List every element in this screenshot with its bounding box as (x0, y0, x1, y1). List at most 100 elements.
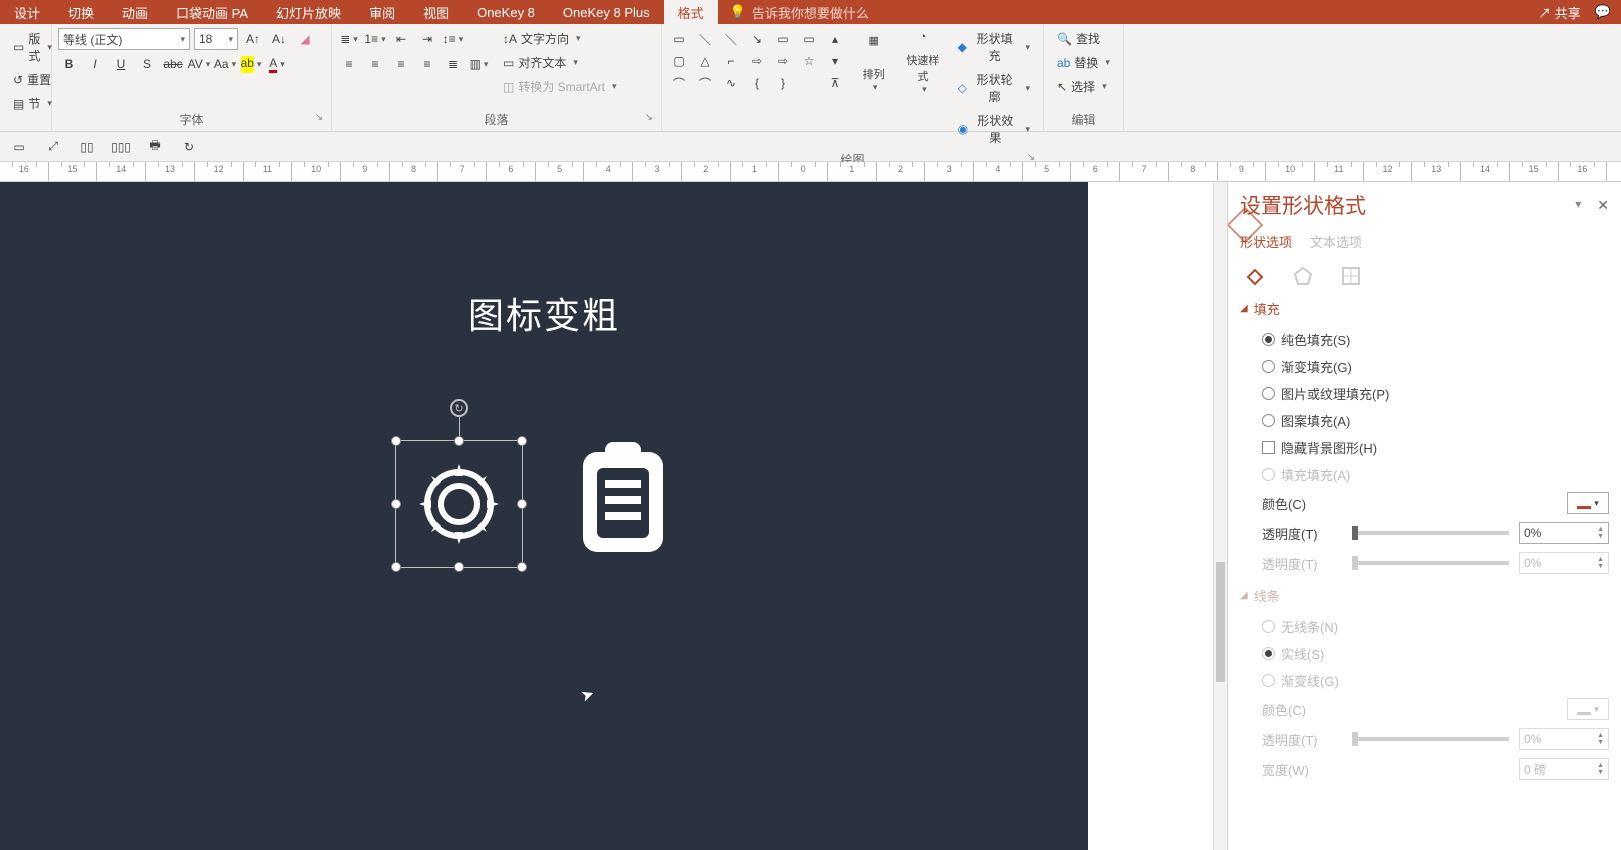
shape-selection[interactable]: ↻ (395, 440, 523, 568)
section-line-header[interactable]: ◢ 线条 (1240, 586, 1609, 605)
shape-brace-l[interactable]: { (746, 72, 768, 94)
shape-corner[interactable]: ⌐ (720, 50, 742, 72)
align-center-button[interactable]: ≡ (364, 53, 386, 75)
resize-handle-ne[interactable] (517, 436, 527, 446)
category-fill-icon[interactable] (1242, 263, 1268, 289)
pane-close-button[interactable]: ✕ (1597, 197, 1609, 214)
char-spacing-button[interactable]: AV (188, 53, 210, 75)
shapes-gallery[interactable]: ▭ ＼ ＼ ↘ ▭ ▭ ▴ ▢ △ ⌐ ⇨ ⇨ ☆ ▾ (668, 28, 846, 94)
columns-button[interactable]: ▥ (468, 53, 490, 75)
convert-smartart-button[interactable]: ◫转换为 SmartArt (496, 76, 624, 97)
justify-button[interactable]: ≡ (416, 53, 438, 75)
category-effects-icon[interactable] (1290, 263, 1316, 289)
scrollbar-thumb[interactable] (1216, 562, 1225, 682)
tab-design[interactable]: 设计 (0, 0, 54, 24)
resize-handle-s[interactable] (454, 562, 464, 572)
subtab-text-options[interactable]: 文本选项 (1310, 232, 1362, 251)
subtab-shape-options[interactable]: 形状选项 (1240, 232, 1292, 251)
line-gradient-option[interactable]: 渐变线(G) (1240, 667, 1609, 694)
clear-formatting-button[interactable]: ◢ (294, 28, 316, 50)
distributed-button[interactable]: ≣ (442, 53, 464, 75)
line-spacing-button[interactable]: ↕≡ (442, 28, 464, 50)
increase-indent-button[interactable]: ⇥ (416, 28, 438, 50)
tell-me[interactable]: 💡 告诉我你想要做什么 (718, 3, 881, 22)
tab-format[interactable]: 格式 (664, 0, 718, 24)
paragraph-launcher[interactable]: ↘ (645, 112, 653, 123)
tab-onekey8plus[interactable]: OneKey 8 Plus (549, 0, 664, 24)
section-button[interactable]: ▤节 (6, 93, 59, 114)
rotate-handle[interactable]: ↻ (450, 399, 468, 417)
align-text-button[interactable]: ▭对齐文本 (496, 52, 624, 73)
hide-bg-option[interactable]: 隐藏背景图形(H) (1240, 434, 1609, 461)
qat-btn-4[interactable]: ▯▯▯ (110, 136, 132, 158)
transparency-input[interactable]: 0% ▲▼ (1519, 522, 1609, 544)
shadow-button[interactable]: S (136, 53, 158, 75)
shape-rect3[interactable]: ▭ (798, 28, 820, 50)
comments-icon[interactable]: 💬 (1595, 4, 1611, 20)
tab-slideshow[interactable]: 幻灯片放映 (262, 0, 355, 24)
tab-onekey8[interactable]: OneKey 8 (463, 0, 549, 24)
font-color-button[interactable]: A (266, 53, 288, 75)
fill-gradient-option[interactable]: 渐变填充(G) (1240, 353, 1609, 380)
shape-arrow-line[interactable]: ↘ (746, 28, 768, 50)
fill-pattern-option[interactable]: 图案填充(A) (1240, 407, 1609, 434)
decrease-indent-button[interactable]: ⇤ (390, 28, 412, 50)
line-solid-option[interactable]: 实线(S) (1240, 640, 1609, 667)
shape-line[interactable]: ＼ (694, 28, 716, 50)
gallery-up[interactable]: ▴ (824, 28, 846, 50)
spinner-icon[interactable]: ▲▼ (1597, 526, 1604, 540)
shape-brace-r[interactable]: } (772, 72, 794, 94)
shape-outline-button[interactable]: ◇形状轮廓 (951, 69, 1037, 107)
shape-rect[interactable]: ▭ (668, 28, 690, 50)
tab-view[interactable]: 视图 (409, 0, 463, 24)
resize-handle-sw[interactable] (391, 562, 401, 572)
italic-button[interactable]: I (84, 53, 106, 75)
shape-arc[interactable]: ⌒ (668, 72, 690, 94)
shape-arrow2[interactable]: ⇨ (772, 50, 794, 72)
shape-rect2[interactable]: ▭ (772, 28, 794, 50)
increase-font-button[interactable]: A↑ (242, 28, 264, 50)
numbering-button[interactable]: 1≡ (364, 28, 386, 50)
bold-button[interactable]: B (58, 53, 80, 75)
vertical-scrollbar[interactable] (1213, 182, 1227, 850)
qat-btn-2[interactable]: ⤢ (42, 136, 64, 158)
pane-menu-caret[interactable]: ▾ (1575, 197, 1581, 214)
shape-fill-button[interactable]: ◆形状填充 (951, 28, 1037, 66)
shape-blank[interactable] (798, 72, 820, 94)
shape-arc2[interactable]: ⌒ (694, 72, 716, 94)
qat-btn-6[interactable]: ↻ (178, 136, 200, 158)
highlight-button[interactable]: ab (240, 53, 262, 75)
slide-canvas[interactable]: 图标变粗 ↻ (0, 182, 1227, 850)
shape-line2[interactable]: ＼ (720, 28, 742, 50)
section-fill-header[interactable]: ◢ 填充 (1240, 299, 1609, 318)
shape-arrow[interactable]: ⇨ (746, 50, 768, 72)
gallery-down[interactable]: ▾ (824, 50, 846, 72)
shape-curve[interactable]: ∿ (720, 72, 742, 94)
resize-handle-e[interactable] (517, 499, 527, 509)
fill-picture-option[interactable]: 图片或纹理填充(P) (1240, 380, 1609, 407)
select-button[interactable]: ↖选择 (1050, 76, 1117, 97)
qat-btn-3[interactable]: ▯▯ (76, 136, 98, 158)
resize-handle-se[interactable] (517, 562, 527, 572)
resize-handle-n[interactable] (454, 436, 464, 446)
shape-star[interactable]: ☆ (798, 50, 820, 72)
strikethrough-button[interactable]: abc (162, 53, 184, 75)
layout-button[interactable]: ▭版式 (6, 28, 59, 66)
resize-handle-nw[interactable] (391, 436, 401, 446)
line-none-option[interactable]: 无线条(N) (1240, 613, 1609, 640)
arrange-button[interactable]: ▦ 排列 (852, 28, 895, 98)
share-button[interactable]: ↗ 共享 (1538, 3, 1581, 22)
shape-roundrect[interactable]: ▢ (668, 50, 690, 72)
quick-styles-button[interactable]: ◔ 快速样式 (901, 28, 944, 98)
qat-btn-5[interactable]: 🖶 (144, 136, 166, 158)
tab-animations[interactable]: 动画 (108, 0, 162, 24)
tab-pa[interactable]: 口袋动画 PA (162, 0, 262, 24)
font-launcher[interactable]: ↘ (315, 112, 323, 123)
font-name-combo[interactable]: 等线 (正文)▾ (58, 28, 190, 50)
qat-btn-1[interactable]: ▭ (8, 136, 30, 158)
change-case-button[interactable]: Aa (214, 53, 236, 75)
clipboard-icon[interactable] (575, 440, 671, 560)
gallery-more[interactable]: ⊼ (824, 72, 846, 94)
replace-button[interactable]: ab替换 (1050, 52, 1117, 73)
align-right-button[interactable]: ≡ (390, 53, 412, 75)
